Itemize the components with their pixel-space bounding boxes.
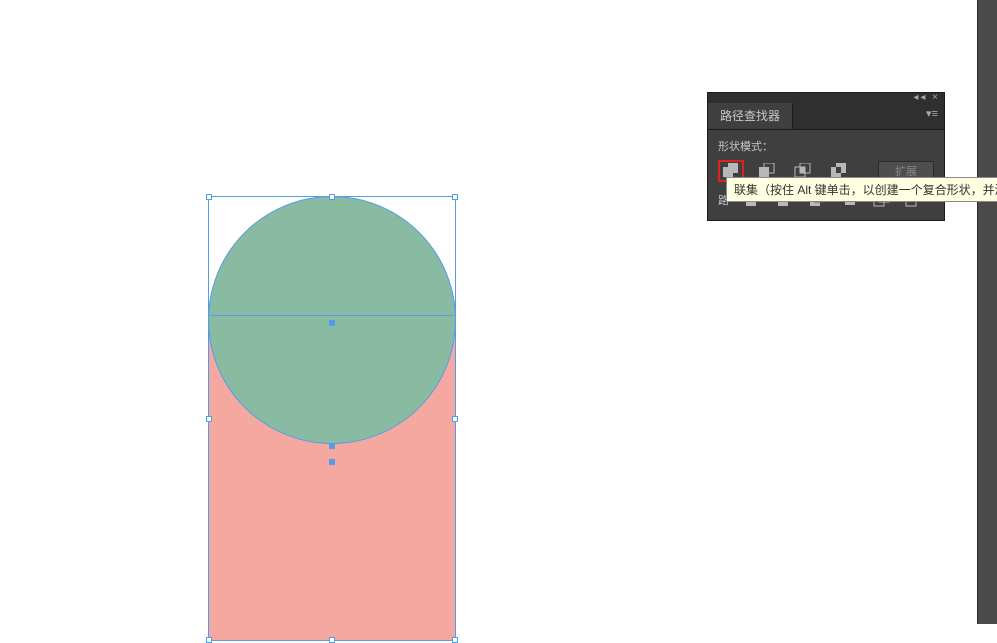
anchor-point-2[interactable] bbox=[329, 459, 335, 465]
handle-middle-right[interactable] bbox=[452, 416, 458, 422]
shape-modes-label: 形状模式： bbox=[718, 138, 934, 154]
panel-header-controls[interactable]: ◂◂ × bbox=[913, 92, 940, 103]
handle-bottom-middle[interactable] bbox=[329, 637, 335, 643]
anchor-point[interactable] bbox=[329, 443, 335, 449]
panel-menu-icon[interactable]: ▾≡ bbox=[926, 107, 938, 120]
selection-inner-line bbox=[209, 315, 455, 316]
handle-top-right[interactable] bbox=[452, 194, 458, 200]
tab-pathfinder[interactable]: 路径查找器 bbox=[708, 103, 793, 129]
panel-tabs: 路径查找器 ▾≡ bbox=[708, 103, 944, 130]
collapse-icon[interactable]: ◂◂ bbox=[913, 92, 927, 103]
panel-body: 形状模式： 扩展 路 bbox=[708, 130, 944, 220]
handle-top-left[interactable] bbox=[206, 194, 212, 200]
handle-top-middle[interactable] bbox=[329, 194, 335, 200]
handle-bottom-right[interactable] bbox=[452, 637, 458, 643]
handle-middle-left[interactable] bbox=[206, 416, 212, 422]
selection-bounds bbox=[208, 196, 456, 641]
close-icon[interactable]: × bbox=[932, 92, 940, 103]
tooltip: 联集（按住 Alt 键单击，以创建一个复合形状，并添 bbox=[726, 177, 997, 202]
center-point[interactable] bbox=[329, 320, 335, 326]
handle-bottom-left[interactable] bbox=[206, 637, 212, 643]
panel-header[interactable]: ◂◂ × bbox=[708, 93, 944, 103]
right-dock-strip[interactable] bbox=[977, 0, 997, 624]
